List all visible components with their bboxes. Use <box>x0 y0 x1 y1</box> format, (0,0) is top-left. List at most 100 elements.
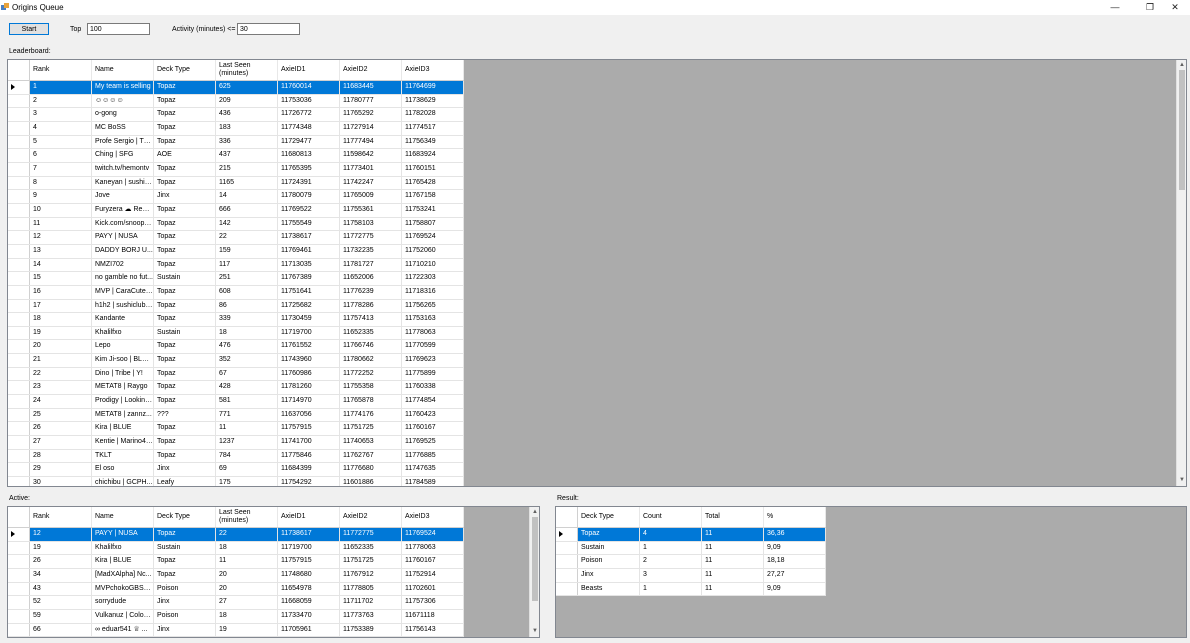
cell-axie-id1[interactable]: 11781260 <box>278 381 340 395</box>
cell-axie-id1[interactable]: 11725682 <box>278 299 340 313</box>
column-header-axie-id3[interactable]: AxieID3 <box>402 60 464 80</box>
cell-last-seen[interactable]: 581 <box>216 395 278 408</box>
table-row[interactable]: 16 MVP | CaraCute | ... Topaz 608 11751641 11… <box>8 285 464 300</box>
title-bar[interactable]: Origins Queue — ❐ ✕ <box>0 0 1190 15</box>
column-header-deck-type[interactable]: Deck Type <box>154 507 216 527</box>
cell-axie-id2[interactable]: 11776239 <box>340 285 402 299</box>
cell-last-seen[interactable]: 476 <box>216 340 278 354</box>
cell-axie-id1[interactable]: 11713035 <box>278 258 340 272</box>
cell-deck-type[interactable]: Beasts <box>578 582 640 596</box>
cell-axie-id1[interactable]: 11668059 <box>278 596 340 609</box>
cell-name[interactable]: Kick.com/snoopy... <box>92 217 154 231</box>
cell-deck-type[interactable]: Topaz <box>578 528 640 541</box>
cell-axie-id1[interactable]: 11751641 <box>278 285 340 299</box>
cell-axie-id3[interactable]: 11760338 <box>402 381 464 395</box>
column-header-total[interactable]: Total <box>702 507 764 527</box>
cell-axie-id1[interactable]: 11741700 <box>278 436 340 449</box>
cell-axie-id3[interactable]: 11756265 <box>402 299 464 313</box>
cell-axie-id1[interactable]: 11730459 <box>278 313 340 326</box>
table-row[interactable]: 14 NMZI702 Topaz 117 11713035 11781727 1171021… <box>8 258 464 273</box>
row-header[interactable] <box>556 555 578 568</box>
column-header-deck-type[interactable]: Deck Type <box>578 507 640 527</box>
cell-axie-id2[interactable]: 11652335 <box>340 541 402 555</box>
row-header[interactable] <box>8 436 30 449</box>
cell-deck-type[interactable]: Topaz <box>154 422 216 436</box>
table-row[interactable]: Topaz 4 11 36,36 <box>556 528 826 542</box>
cell-deck-type[interactable]: Jinx <box>154 190 216 203</box>
cell-deck-type[interactable]: Topaz <box>154 121 216 135</box>
cell-axie-id3[interactable]: 11760151 <box>402 162 464 176</box>
cell-name[interactable]: MVP | CaraCute | ... <box>92 285 154 299</box>
cell-axie-id2[interactable]: 11777494 <box>340 135 402 149</box>
cell-axie-id3[interactable]: 11760167 <box>402 555 464 568</box>
cell-deck-type[interactable]: Topaz <box>154 555 216 568</box>
cell-rank[interactable]: 11 <box>30 217 92 231</box>
table-row[interactable]: 34 [MadXAlpha] Nc... Topaz 20 11748680 117679… <box>8 568 464 583</box>
cell-axie-id2[interactable]: 11772252 <box>340 367 402 381</box>
column-header-name[interactable]: Name <box>92 60 154 80</box>
cell-name[interactable]: Kaneyan | sushicl... <box>92 176 154 190</box>
table-row[interactable]: 30 chichibu | GCPH... Leafy 175 11754292 1160… <box>8 477 464 486</box>
cell-last-seen[interactable]: 11 <box>216 422 278 436</box>
cell-deck-type[interactable]: Jinx <box>154 623 216 637</box>
table-row[interactable]: 26 Kira | BLUE Topaz 11 11757915 11751725 1176… <box>8 555 464 569</box>
cell-deck-type[interactable]: Topaz <box>154 568 216 582</box>
cell-name[interactable]: Kentie | Marino44... <box>92 436 154 449</box>
cell-axie-id3[interactable]: 11782028 <box>402 108 464 121</box>
cell-last-seen[interactable]: 20 <box>216 568 278 582</box>
cell-count[interactable]: 3 <box>640 568 702 582</box>
cell-axie-id1[interactable]: 11760986 <box>278 367 340 381</box>
row-header[interactable] <box>8 299 30 313</box>
cell-rank[interactable]: 5 <box>30 135 92 149</box>
cell-last-seen[interactable]: 784 <box>216 449 278 463</box>
cell-rank[interactable]: 2 <box>30 94 92 108</box>
table-row[interactable]: 21 Kim Ji-soo | BLAC... Topaz 352 11743960 11… <box>8 354 464 368</box>
scroll-up-icon[interactable]: ▲ <box>530 508 539 517</box>
minimize-icon[interactable]: — <box>1100 0 1130 14</box>
cell-name[interactable]: Jove <box>92 190 154 203</box>
cell-axie-id1[interactable]: 11719700 <box>278 541 340 555</box>
cell-total[interactable]: 11 <box>702 555 764 568</box>
cell-axie-id2[interactable]: 11778286 <box>340 299 402 313</box>
cell-name[interactable]: no gamble no fut... <box>92 272 154 285</box>
cell-axie-id2[interactable]: 11780777 <box>340 94 402 108</box>
cell-axie-id1[interactable]: 11769461 <box>278 244 340 258</box>
column-header-axie-id1[interactable]: AxieID1 <box>278 507 340 527</box>
cell-name[interactable]: chichibu | GCPH... <box>92 477 154 486</box>
cell-axie-id2[interactable]: 11727914 <box>340 121 402 135</box>
cell-rank[interactable]: 28 <box>30 449 92 463</box>
cell-name[interactable]: Furyzera ☁ Red ... <box>92 203 154 217</box>
cell-rank[interactable]: 17 <box>30 299 92 313</box>
cell-axie-id3[interactable]: 11774854 <box>402 395 464 408</box>
row-header[interactable] <box>8 596 30 609</box>
cell-last-seen[interactable]: 771 <box>216 408 278 422</box>
scroll-down-icon[interactable]: ▼ <box>530 627 539 636</box>
row-header[interactable] <box>8 623 30 637</box>
table-row[interactable]: 23 METAT8 | Raygo Topaz 428 11781260 11755358… <box>8 381 464 396</box>
cell-deck-type[interactable]: Topaz <box>154 135 216 149</box>
cell-rank[interactable]: 22 <box>30 367 92 381</box>
table-row[interactable]: 26 Kira | BLUE Topaz 11 11757915 11751725 1176… <box>8 422 464 437</box>
result-grid[interactable]: Deck Type Count Total% Topaz 4 11 36,36 Sustain… <box>555 506 1187 638</box>
cell-axie-id3[interactable]: 11738629 <box>402 94 464 108</box>
row-header[interactable] <box>8 203 30 217</box>
cell-axie-id1[interactable]: 11719700 <box>278 326 340 340</box>
cell-deck-type[interactable]: Jinx <box>154 596 216 609</box>
cell-axie-id2[interactable]: 11780662 <box>340 354 402 367</box>
table-row[interactable]: 25 METAT8 | zannz...??? 771 11637056 1177417… <box>8 408 464 423</box>
cell-last-seen[interactable]: 11 <box>216 555 278 568</box>
cell-deck-type[interactable]: Sustain <box>578 541 640 555</box>
activity-input[interactable]: 30 <box>237 23 300 35</box>
cell-deck-type[interactable]: Topaz <box>154 94 216 108</box>
row-header[interactable] <box>8 231 30 244</box>
cell-rank[interactable]: 8 <box>30 176 92 190</box>
row-header[interactable] <box>8 395 30 408</box>
cell-axie-id3[interactable]: 11722303 <box>402 272 464 285</box>
table-row[interactable]: 11 Kick.com/snoopy... Topaz 142 11755549 1175… <box>8 217 464 232</box>
cell-total[interactable]: 11 <box>702 568 764 582</box>
cell-last-seen[interactable]: 27 <box>216 596 278 609</box>
cell-deck-type[interactable]: Sustain <box>154 326 216 340</box>
cell-deck-type[interactable]: Topaz <box>154 528 216 541</box>
cell-axie-id3[interactable]: 11671118 <box>402 609 464 623</box>
cell-percent[interactable]: 36,36 <box>764 528 826 541</box>
